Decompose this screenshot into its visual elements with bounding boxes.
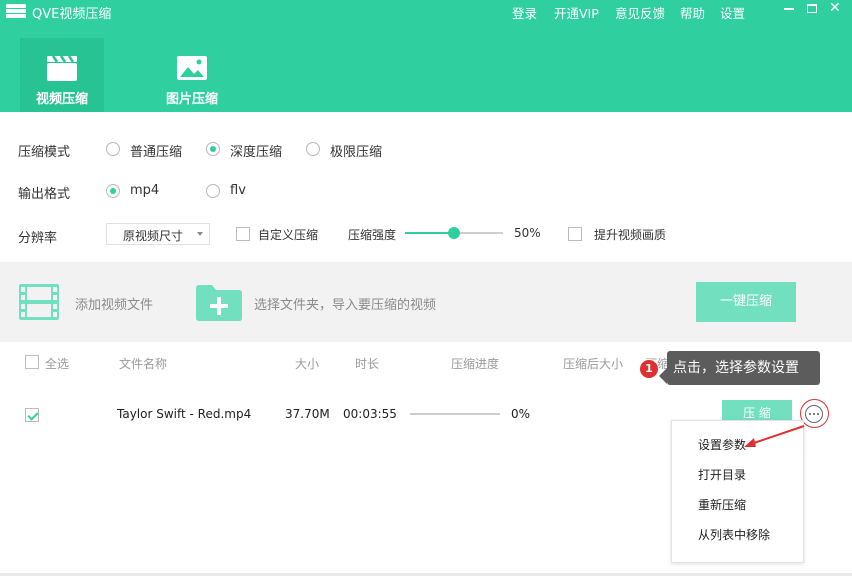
row-filename: Taylor Swift - Red.mp4	[117, 407, 252, 421]
format-mp4-label: mp4	[130, 183, 160, 198]
close-icon[interactable]: ✕	[829, 1, 843, 15]
tab-image-label: 图片压缩	[165, 92, 218, 107]
column-duration: 时长	[355, 357, 380, 371]
help-link[interactable]: 帮助	[680, 3, 705, 22]
tab-video-compress[interactable]: 视频压缩	[20, 38, 104, 112]
format-label: 输出格式	[18, 187, 71, 202]
select-folder-link[interactable]: 选择文件夹，导入要压缩的视频	[254, 294, 436, 313]
folder-add-icon[interactable]	[195, 284, 243, 322]
hint-tooltip-text: 点击，选择参数设置	[673, 360, 799, 376]
column-progress: 压缩进度	[451, 357, 500, 371]
tab-video-label: 视频压缩	[35, 92, 88, 107]
mode-normal-label: 普通压缩	[130, 145, 183, 160]
mode-label: 压缩模式	[18, 145, 71, 160]
select-all-label: 全选	[45, 357, 70, 371]
row-progress-bar	[410, 413, 500, 415]
resolution-selected: 原视频尺寸	[123, 229, 184, 243]
maximize-icon[interactable]	[807, 4, 817, 13]
custom-compress-label: 自定义压缩	[258, 228, 319, 242]
strength-slider-handle[interactable]	[448, 227, 460, 239]
step-badge: 1	[639, 359, 659, 379]
select-all-checkbox[interactable]	[25, 355, 39, 369]
feedback-link[interactable]: 意见反馈	[615, 3, 665, 22]
menu-item-remove[interactable]: 从列表中移除	[698, 526, 770, 543]
row-duration: 00:03:55	[343, 407, 397, 421]
enhance-quality-checkbox[interactable]	[568, 227, 582, 241]
mode-normal-radio[interactable]	[106, 142, 120, 156]
app-logo-icon	[6, 4, 26, 18]
column-compressed-size: 压缩后大小	[563, 357, 624, 371]
minimize-icon[interactable]	[782, 2, 796, 16]
more-options-icon[interactable]	[805, 405, 823, 423]
chevron-down-icon	[197, 232, 203, 236]
title-bar: QVE视频压缩 登录 开通VIP 意见反馈 帮助 设置 ✕	[0, 0, 852, 24]
menu-item-open-folder[interactable]: 打开目录	[698, 466, 746, 483]
row-checkbox[interactable]	[25, 408, 39, 422]
action-toolbar: 添加视频文件 选择文件夹，导入要压缩的视频 一键压缩	[0, 262, 852, 342]
row-size: 37.70M	[285, 407, 330, 421]
mode-extreme-label: 极限压缩	[330, 145, 383, 160]
strength-slider-fill	[405, 232, 454, 234]
column-filename: 文件名称	[119, 357, 168, 371]
compress-all-button[interactable]: 一键压缩	[696, 282, 796, 322]
resolution-select[interactable]: 原视频尺寸	[106, 223, 210, 245]
format-mp4-radio[interactable]	[106, 184, 120, 198]
clapperboard-icon	[47, 55, 77, 81]
mode-extreme-radio[interactable]	[306, 142, 320, 156]
mode-deep-radio[interactable]	[206, 142, 220, 156]
hint-tooltip: 点击，选择参数设置	[659, 351, 820, 385]
image-icon	[177, 56, 207, 80]
enhance-quality-label: 提升视频画质	[594, 228, 667, 242]
custom-compress-checkbox[interactable]	[236, 227, 250, 241]
settings-link[interactable]: 设置	[720, 3, 745, 22]
header-bar: QVE视频压缩 登录 开通VIP 意见反馈 帮助 设置 ✕ 视频压缩 图片压缩	[0, 0, 852, 112]
app-title: QVE视频压缩	[32, 7, 112, 22]
row-progress-value: 0%	[511, 407, 531, 421]
tab-image-compress[interactable]: 图片压缩	[150, 38, 234, 112]
vip-link[interactable]: 开通VIP	[554, 3, 599, 22]
add-video-file-link[interactable]: 添加视频文件	[75, 294, 153, 313]
login-link[interactable]: 登录	[512, 3, 537, 22]
film-icon[interactable]	[18, 283, 60, 321]
menu-item-set-params[interactable]: 设置参数	[698, 436, 746, 453]
format-flv-label: flv	[230, 183, 246, 198]
strength-slider[interactable]	[405, 227, 503, 239]
column-size: 大小	[295, 357, 320, 371]
strength-label: 压缩强度	[348, 228, 397, 242]
mode-deep-label: 深度压缩	[230, 145, 283, 160]
format-flv-radio[interactable]	[206, 184, 220, 198]
resolution-label: 分辨率	[18, 231, 58, 246]
menu-item-recompress[interactable]: 重新压缩	[698, 496, 746, 513]
strength-value: 50%	[514, 226, 541, 240]
row-context-menu: 设置参数 打开目录 重新压缩 从列表中移除	[671, 420, 804, 563]
